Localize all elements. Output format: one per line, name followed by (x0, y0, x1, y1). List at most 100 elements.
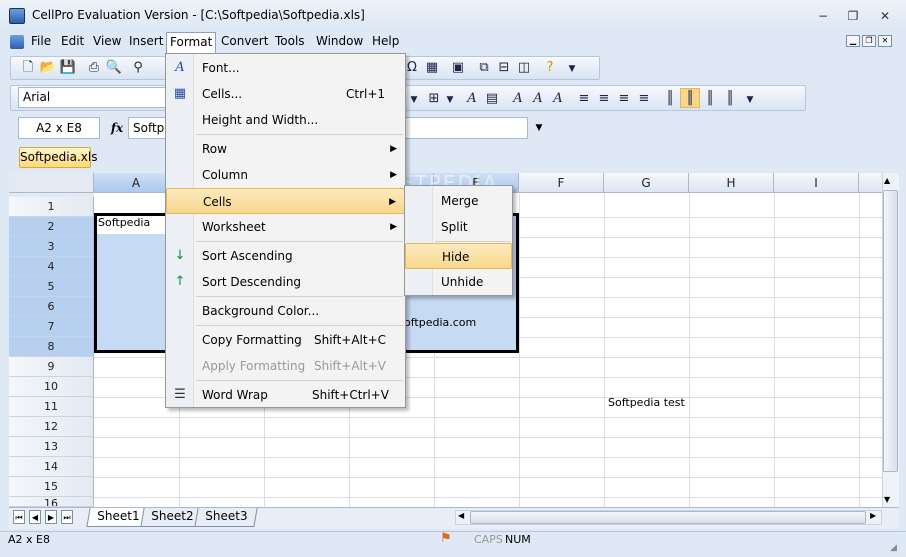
submenu-item-hide[interactable]: Hide (405, 243, 512, 269)
menu-item-font[interactable]: A Font... (166, 55, 405, 81)
column-header[interactable]: G (604, 173, 689, 193)
align-center-icon[interactable]: ≡ (594, 89, 614, 109)
cell-g11[interactable]: Softpedia test (608, 396, 685, 409)
row-header[interactable]: 14 (9, 457, 94, 477)
row-header[interactable]: 13 (9, 437, 94, 457)
cell-e7[interactable]: oftpedia.com (404, 316, 476, 329)
select-all-corner[interactable] (9, 173, 94, 193)
mdi-close-button[interactable]: ✕ (878, 35, 892, 47)
open-icon[interactable]: 📂 (38, 58, 58, 78)
grow-font-icon[interactable]: A (508, 89, 528, 109)
font-size-dropdown-icon[interactable]: ▼ (404, 90, 424, 110)
scroll-left-icon[interactable]: ◀ (458, 511, 464, 520)
align-right-icon[interactable]: ≡ (614, 89, 634, 109)
scroll-right-icon[interactable]: ▶ (870, 511, 876, 520)
menu-format[interactable]: Format (166, 32, 217, 54)
resize-grip-icon[interactable]: ◢ (890, 543, 897, 553)
last-sheet-icon[interactable]: ⏭ (61, 510, 73, 524)
menu-help[interactable]: Help (372, 34, 399, 48)
print-preview-icon[interactable]: 🔍 (104, 58, 124, 78)
row-header[interactable]: 11 (9, 397, 94, 417)
next-sheet-icon[interactable]: ▶ (45, 510, 57, 524)
document-icon[interactable] (10, 35, 24, 49)
menu-item-sort-descending[interactable]: ↑ Sort Descending (166, 269, 405, 295)
menu-item-copy-formatting[interactable]: Copy Formatting Shift+Alt+C (166, 327, 405, 353)
menu-item-cells[interactable]: Cells ▶ (166, 188, 405, 214)
font-color-icon[interactable]: A (462, 89, 482, 109)
document-tab[interactable]: Softpedia.xls (19, 147, 97, 168)
barcode-3-icon[interactable]: ║ (720, 89, 740, 109)
menu-item-sort-ascending[interactable]: ↓ Sort Ascending (166, 243, 405, 269)
fill-color-icon[interactable]: ▤ (482, 89, 502, 109)
mdi-minimize-button[interactable]: ▁ (846, 35, 860, 47)
font-name-field[interactable]: Arial (18, 87, 168, 108)
horizontal-scroll-thumb[interactable] (470, 511, 866, 524)
sheet-tab-3[interactable]: Sheet3 (194, 508, 259, 527)
row-header[interactable]: 1 (9, 197, 94, 217)
menu-tools[interactable]: Tools (275, 34, 305, 48)
column-header[interactable]: H (689, 173, 774, 193)
close-button[interactable]: ✕ (872, 9, 898, 25)
menu-item-word-wrap[interactable]: ☰ Word Wrap Shift+Ctrl+V (166, 382, 405, 408)
row-header[interactable]: 7 (9, 317, 94, 337)
column-header[interactable]: F (519, 173, 604, 193)
find-icon[interactable]: ⚲ (128, 58, 148, 78)
menu-item-cells-dialog[interactable]: ▦ Cells... Ctrl+1 (166, 81, 405, 107)
row-header[interactable]: 12 (9, 417, 94, 437)
submenu-item-split[interactable]: Split (405, 214, 512, 240)
freeze-panes-icon[interactable]: ⧉ (474, 58, 494, 78)
new-icon[interactable]: 🗋 (18, 58, 38, 78)
row-header[interactable]: 5 (9, 277, 94, 297)
prev-sheet-icon[interactable]: ◀ (29, 510, 41, 524)
row-header[interactable]: 10 (9, 377, 94, 397)
cell-reference-box[interactable]: A2 x E8 (18, 117, 100, 139)
row-header[interactable]: 8 (9, 337, 94, 357)
row-header[interactable]: 15 (9, 477, 94, 497)
formula-expand-icon[interactable]: ▼ (530, 117, 548, 139)
row-header[interactable]: 16 (9, 497, 94, 507)
formatting-overflow-icon[interactable]: ▼ (740, 90, 760, 110)
mdi-restore-button[interactable]: ❐ (862, 35, 876, 47)
vertical-scroll-thumb[interactable] (883, 190, 898, 472)
row-header[interactable]: 6 (9, 297, 94, 317)
restore-button[interactable]: ❐ (840, 9, 866, 25)
row-header[interactable]: 2 (9, 217, 94, 237)
borders-icon[interactable]: ⊞ (424, 89, 444, 109)
submenu-item-merge[interactable]: Merge (405, 188, 512, 214)
font-effects-icon[interactable]: A (548, 89, 568, 109)
save-icon[interactable]: 💾 (58, 58, 78, 78)
justify-icon[interactable]: ≡ (634, 89, 654, 109)
row-header[interactable]: 4 (9, 257, 94, 277)
borders-dropdown-icon[interactable]: ▼ (444, 90, 456, 110)
menu-convert[interactable]: Convert (221, 34, 268, 48)
first-sheet-icon[interactable]: ⏮ (13, 510, 25, 524)
menu-item-height-width[interactable]: Height and Width... (166, 107, 405, 133)
shrink-font-icon[interactable]: A (528, 89, 548, 109)
column-header-partial[interactable] (859, 173, 882, 193)
menu-item-worksheet[interactable]: Worksheet ▶ (166, 214, 405, 240)
scroll-up-icon[interactable]: ▲ (884, 176, 890, 185)
function-icon[interactable]: fx (106, 117, 128, 139)
menu-item-background-color[interactable]: Background Color... (166, 298, 405, 324)
menu-item-row[interactable]: Row ▶ (166, 136, 405, 162)
row-header[interactable]: 9 (9, 357, 94, 377)
scroll-down-icon[interactable]: ▼ (884, 495, 890, 504)
column-header[interactable]: I (774, 173, 859, 193)
insert-picture-icon[interactable]: ▣ (448, 58, 468, 78)
align-left-icon[interactable]: ≡ (574, 89, 594, 109)
menu-item-column[interactable]: Column ▶ (166, 162, 405, 188)
menu-edit[interactable]: Edit (61, 34, 84, 48)
print-icon[interactable]: ⎙ (84, 58, 104, 78)
split-vertical-icon[interactable]: ◫ (514, 58, 534, 78)
toolbar-overflow-icon[interactable]: ▼ (562, 59, 582, 79)
barcode-icon[interactable]: ║ (660, 89, 680, 109)
insert-chart-icon[interactable]: ▦ (422, 58, 442, 78)
menu-view[interactable]: View (93, 34, 121, 48)
help-icon[interactable]: ? (540, 58, 560, 78)
cell-a2[interactable]: Softpedia (98, 216, 150, 229)
menu-insert[interactable]: Insert (129, 34, 163, 48)
barcode-2-icon[interactable]: ║ (700, 89, 720, 109)
menu-window[interactable]: Window (316, 34, 363, 48)
menu-file[interactable]: File (31, 34, 51, 48)
row-header[interactable]: 3 (9, 237, 94, 257)
